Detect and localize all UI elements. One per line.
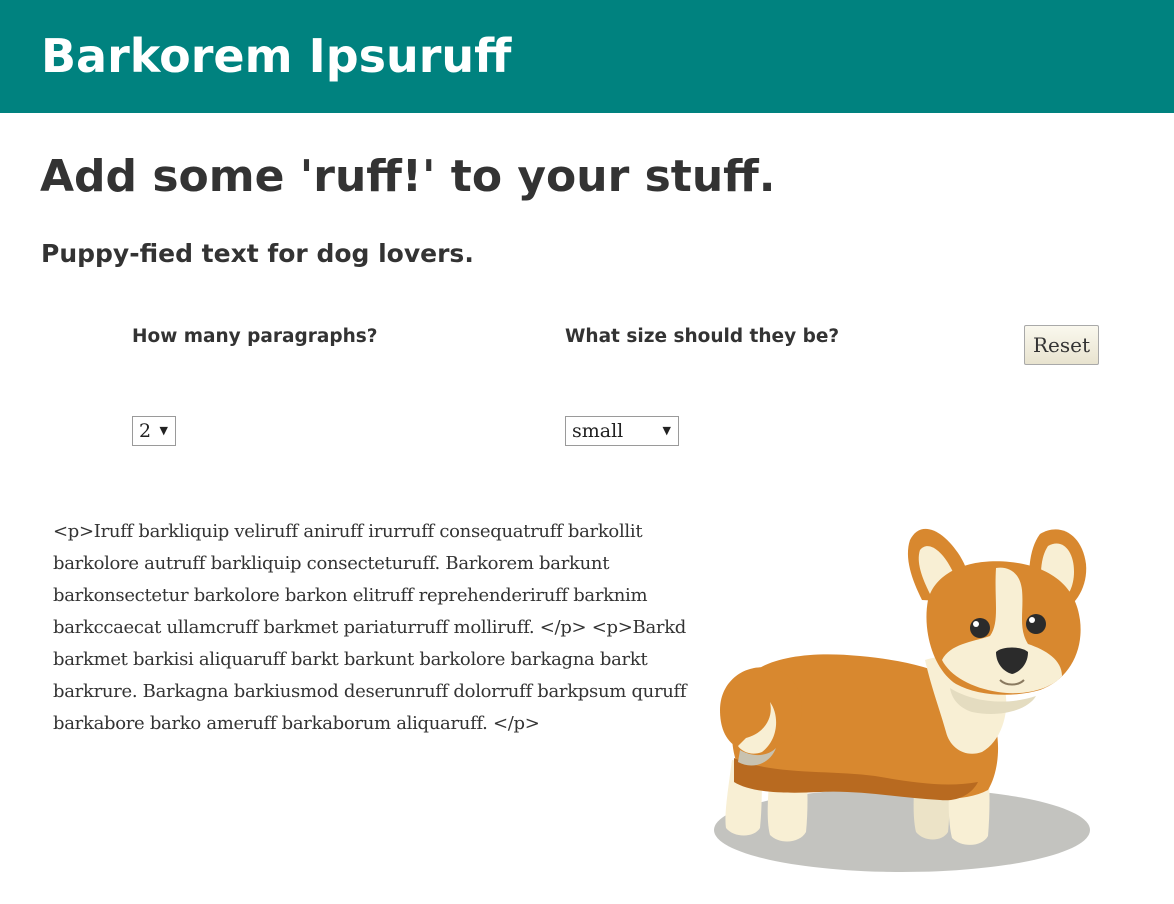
chevron-down-icon: ▼ — [159, 424, 168, 437]
site-title: Barkorem Ipsuruff — [41, 29, 512, 83]
paragraphs-select[interactable]: 2 ▼ — [132, 416, 176, 446]
corgi-eye-left — [970, 618, 990, 638]
size-select-value: small — [572, 420, 624, 442]
site-header: Barkorem Ipsuruff — [0, 0, 1174, 113]
paragraphs-label: How many paragraphs? — [132, 326, 378, 347]
page-subheadline: Puppy-fied text for dog lovers. — [41, 239, 474, 268]
page-headline: Add some 'ruff!' to your stuff. — [40, 151, 776, 202]
paragraphs-select-value: 2 — [139, 420, 152, 442]
reset-button[interactable]: Reset — [1024, 325, 1099, 365]
corgi-eye-right-shine — [1029, 617, 1035, 623]
corgi-eye-right — [1026, 614, 1046, 634]
generated-ipsum-text: <p>Iruff barkliquip veliruff aniruff iru… — [53, 521, 687, 734]
chevron-down-icon: ▼ — [662, 424, 671, 437]
size-label: What size should they be? — [565, 326, 840, 347]
corgi-eye-left-shine — [973, 621, 979, 627]
size-select[interactable]: small ▼ — [565, 416, 679, 446]
corgi-illustration-icon — [714, 528, 1090, 872]
